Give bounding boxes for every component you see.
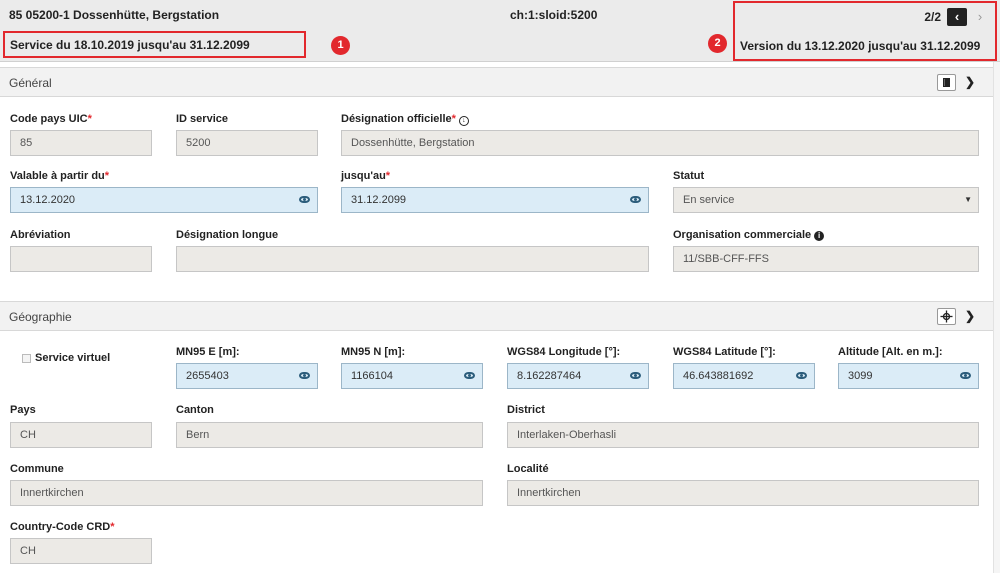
service-period-box: Service du 18.10.2019 jusqu'au 31.12.209… <box>3 31 306 58</box>
scrollbar[interactable] <box>993 62 1000 573</box>
virtual-service-checkbox[interactable] <box>22 353 31 363</box>
official-name-label: Désignation officielle* ↓ <box>341 113 469 126</box>
eye-icon[interactable] <box>960 372 971 379</box>
caret-down-icon: ▼ <box>964 195 972 204</box>
official-name-field: Dossenhütte, Bergstation <box>341 130 979 156</box>
version-box: 2/2 ‹ › Version du 13.12.2020 jusqu'au 3… <box>733 1 997 61</box>
virtual-service-label: Service virtuel <box>35 352 111 364</box>
eye-icon[interactable] <box>796 372 807 379</box>
chevron-down-icon[interactable]: ❯ <box>963 308 977 325</box>
altitude-label: Altitude [Alt. en m.]: <box>838 346 943 358</box>
business-org-field: 11/SBB-CFF-FFS <box>673 246 979 272</box>
uic-country-code-field: 85 <box>10 130 152 156</box>
chevron-right-icon[interactable]: › <box>971 8 989 26</box>
eye-icon[interactable] <box>299 372 310 379</box>
pager-count: 2/2 <box>924 10 941 24</box>
eye-icon[interactable] <box>464 372 475 379</box>
record-title: 85 05200-1 Dossenhütte, Bergstation <box>9 8 220 22</box>
download-icon[interactable]: ↓ <box>458 116 469 126</box>
section-header-geography[interactable]: Géographie ❯ <box>0 301 993 331</box>
wgs84-latitude-label: WGS84 Latitude [°]: <box>673 346 776 358</box>
eye-icon[interactable] <box>630 196 641 203</box>
status-label: Statut <box>673 170 705 182</box>
crosshair-icon[interactable] <box>937 308 956 325</box>
annotation-badge-2: 2 <box>708 34 727 53</box>
country-code-crd-field: CH <box>10 538 152 564</box>
info-icon[interactable]: i <box>814 231 825 241</box>
mn95-n-field[interactable]: 1166104 <box>341 363 483 389</box>
district-label: District <box>507 404 545 416</box>
sloid-label: ch:1:sloid:5200 <box>510 8 598 22</box>
mn95-e-label: MN95 E [m]: <box>176 346 240 358</box>
valid-from-field[interactable]: 13.12.2020 <box>10 187 318 213</box>
eye-icon[interactable] <box>630 372 641 379</box>
mn95-n-label: MN95 N [m]: <box>341 346 406 358</box>
altitude-field[interactable]: 3099 <box>838 363 979 389</box>
canton-field: Bern <box>176 422 483 448</box>
valid-to-label: jusqu'au* <box>341 170 391 182</box>
long-name-field <box>176 246 649 272</box>
valid-to-field[interactable]: 31.12.2099 <box>341 187 649 213</box>
virtual-service-checkbox-row[interactable]: Service virtuel <box>22 352 110 364</box>
valid-from-label: Valable à partir du* <box>10 170 110 182</box>
section-title-geography: Géographie <box>9 310 72 324</box>
mn95-e-field[interactable]: 2655403 <box>176 363 318 389</box>
commune-field: Innertkirchen <box>10 480 483 506</box>
version-period-text: Version du 13.12.2020 jusqu'au 31.12.209… <box>740 39 981 53</box>
chevron-down-icon[interactable]: ❯ <box>963 74 977 91</box>
country-field: CH <box>10 422 152 448</box>
district-field: Interlaken-Oberhasli <box>507 422 979 448</box>
book-icon[interactable] <box>937 74 956 91</box>
wgs84-longitude-label: WGS84 Longitude [°]: <box>507 346 621 358</box>
wgs84-longitude-field[interactable]: 8.162287464 <box>507 363 649 389</box>
canton-label: Canton <box>176 404 214 416</box>
long-name-label: Désignation longue <box>176 229 279 241</box>
service-period-text: Service du 18.10.2019 jusqu'au 31.12.209… <box>10 38 250 52</box>
service-id-label: ID service <box>176 113 228 125</box>
record-header: 85 05200-1 Dossenhütte, Bergstation ch:1… <box>0 0 1000 62</box>
business-org-label: Organisation commerciale i <box>673 229 825 241</box>
locality-label: Localité <box>507 463 549 475</box>
country-label: Pays <box>10 404 36 416</box>
status-select[interactable]: En service ▼ <box>673 187 979 213</box>
wgs84-latitude-field[interactable]: 46.643881692 <box>673 363 815 389</box>
section-header-general[interactable]: Général ❯ <box>0 67 993 97</box>
section-title-general: Général <box>9 76 52 90</box>
uic-country-code-label: Code pays UIC* <box>10 113 92 125</box>
service-id-field: 5200 <box>176 130 318 156</box>
abbreviation-field <box>10 246 152 272</box>
locality-field: Innertkirchen <box>507 480 979 506</box>
abbreviation-label: Abréviation <box>10 229 71 241</box>
eye-icon[interactable] <box>299 196 310 203</box>
annotation-badge-1: 1 <box>331 36 350 55</box>
country-code-crd-label: Country-Code CRD* <box>10 521 115 533</box>
version-pager: 2/2 ‹ › <box>924 8 989 26</box>
commune-label: Commune <box>10 463 64 475</box>
chevron-left-icon[interactable]: ‹ <box>947 8 967 26</box>
